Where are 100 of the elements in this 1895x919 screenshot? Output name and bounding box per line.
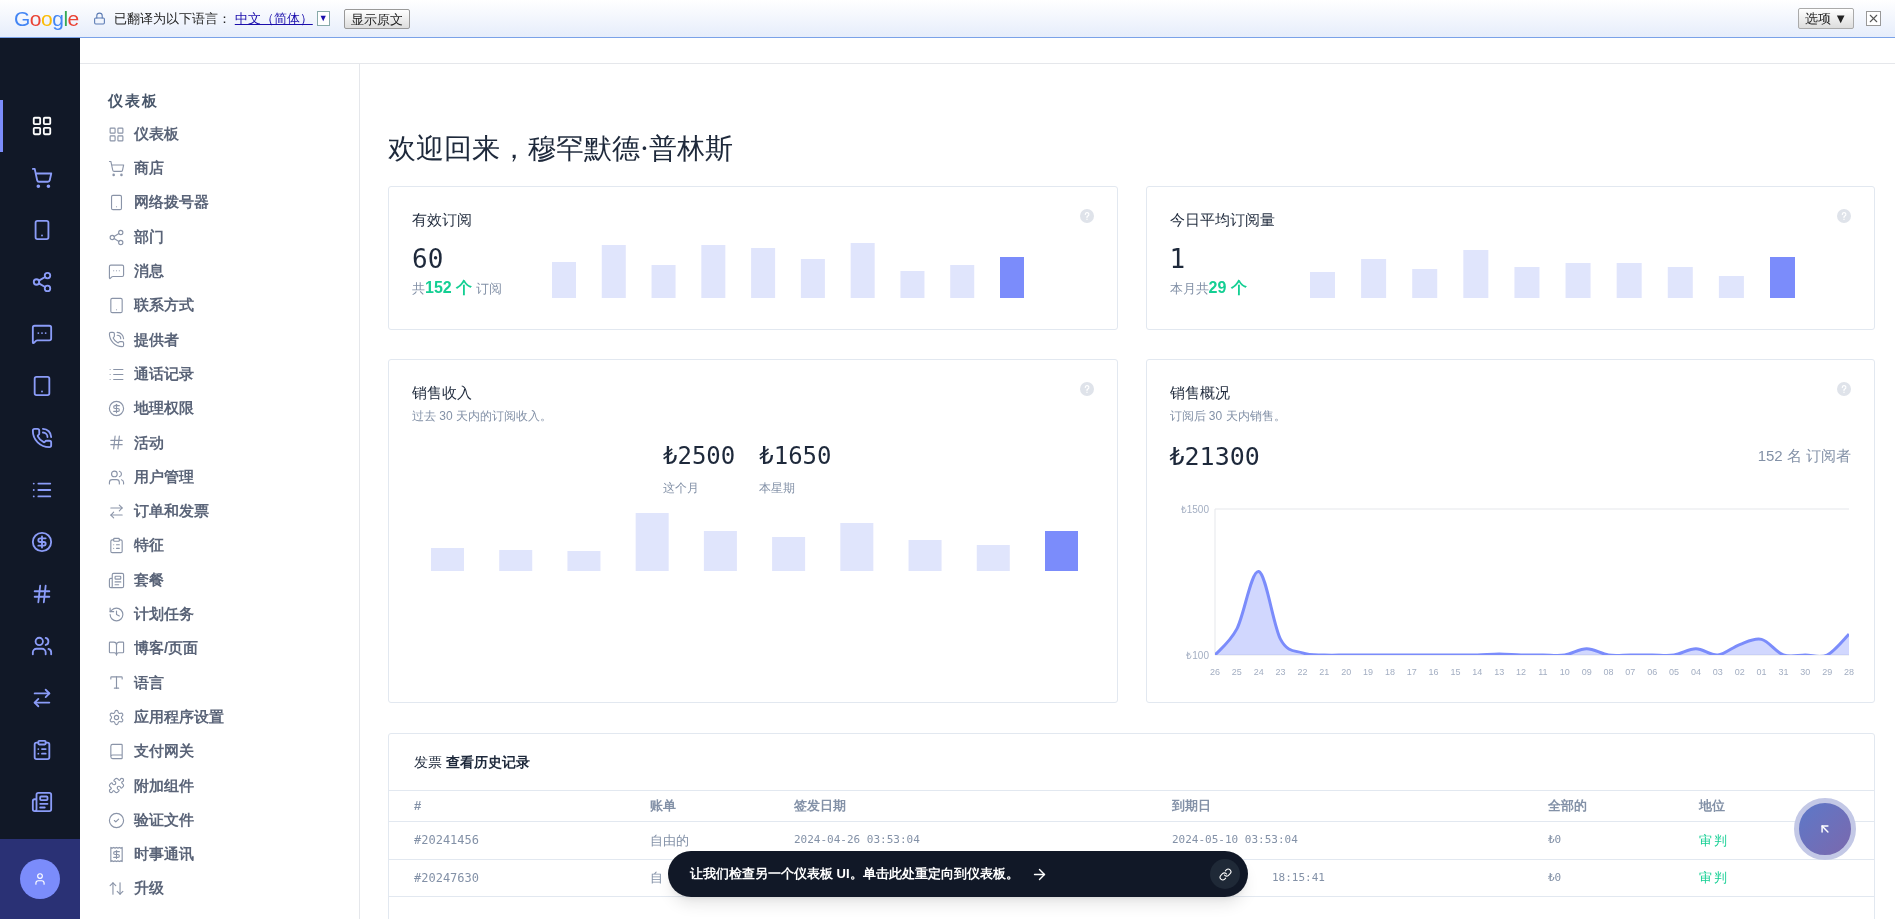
dollar-icon: [108, 400, 125, 417]
menu-item[interactable]: 通话记录: [108, 357, 359, 392]
bar: [908, 539, 942, 571]
newspaper-icon: [108, 571, 125, 589]
up-down-arrows-icon: [108, 880, 125, 898]
menu-item[interactable]: 部门: [108, 219, 359, 255]
axis-label: 11: [1537, 666, 1548, 677]
bar: [499, 549, 533, 571]
google-logo: Google: [14, 5, 79, 32]
options-button[interactable]: 选项 ▼: [1797, 8, 1854, 29]
menu-item[interactable]: 联系方式: [108, 288, 359, 323]
card-subtitle: 订阅后 30 天内销售。: [1169, 407, 1286, 425]
link-button[interactable]: [1210, 859, 1240, 889]
bar: [431, 547, 464, 571]
bar: [950, 264, 975, 298]
axis-label: ₺100: [1185, 649, 1209, 661]
tablet-icon: [108, 297, 125, 315]
axis-label: 12: [1515, 666, 1526, 677]
welcome-title: 欢迎回来，穆罕默德·普林斯: [388, 132, 734, 166]
cart-icon: [30, 167, 53, 189]
axis-label: 16: [1428, 666, 1439, 677]
stat-value: 1: [1169, 242, 1187, 276]
axis-label: 03: [1712, 666, 1723, 677]
phone-call-icon: [108, 331, 125, 349]
phone-icon: [108, 194, 125, 212]
arrows-icon: [108, 502, 125, 520]
menu-item[interactable]: 时事通讯: [108, 837, 359, 872]
close-icon[interactable]: [1866, 11, 1881, 26]
menu-item[interactable]: 网络拨号器: [108, 185, 359, 220]
menu-item[interactable]: 语言: [108, 665, 359, 701]
link-icon: [1218, 867, 1232, 881]
menu-item[interactable]: 博客/页面: [108, 631, 359, 666]
dollar-icon: [30, 531, 53, 553]
avatar-button[interactable]: [20, 859, 60, 899]
show-original-button[interactable]: 显示原文: [343, 8, 410, 29]
bar: [635, 512, 669, 571]
menu-item[interactable]: 计划任务: [108, 597, 359, 632]
open-book-icon: [108, 640, 125, 658]
column-header: 账单: [650, 797, 677, 816]
bar: [976, 544, 1010, 571]
type-icon: [108, 674, 125, 692]
menu-item[interactable]: 套餐: [108, 562, 359, 598]
axis-label: 09: [1581, 666, 1592, 677]
language-dropdown[interactable]: ▼: [316, 11, 330, 26]
axis-label: 22: [1296, 666, 1307, 677]
bar: [800, 258, 825, 298]
axis-label: ₺1500: [1180, 503, 1209, 515]
axis-label: 10: [1559, 666, 1570, 677]
bar: [1616, 262, 1642, 298]
redirect-toast[interactable]: 让我们检查另一个仪表板 UI。单击此处重定向到仪表板。: [668, 851, 1248, 897]
user-icon: [33, 872, 47, 886]
share-icon: [30, 271, 53, 293]
bar: [1462, 249, 1488, 298]
menu-item[interactable]: 用户管理: [108, 459, 359, 495]
bar: [751, 247, 776, 298]
bar: [840, 522, 874, 571]
menu-item[interactable]: 提供者: [108, 322, 359, 358]
menu-item[interactable]: 附加组件: [108, 768, 359, 803]
axis-label: 23: [1275, 666, 1286, 677]
menu-item[interactable]: 地理权限: [108, 391, 359, 426]
menu-heading: 仪表板: [108, 91, 160, 110]
menu-item[interactable]: 消息: [108, 254, 359, 289]
card-subtitle: 过去 30 天内的订阅收入。: [412, 407, 552, 425]
menu-item[interactable]: 商店: [108, 151, 359, 186]
stat-note: 共152 个 订阅: [412, 277, 503, 298]
bar: [1565, 262, 1591, 298]
table-cell-text: 2024-05-10 03:53:04: [1172, 832, 1298, 848]
menu-item[interactable]: 应用程序设置: [108, 700, 359, 735]
menu-item[interactable]: 升级: [108, 871, 359, 906]
menu-item[interactable]: 验证文件: [108, 802, 359, 838]
invoice-title: 发票 查看历史记录: [414, 752, 530, 772]
axis-label: 17: [1406, 666, 1417, 677]
users-icon: [108, 468, 125, 486]
toast-message: 让我们检查另一个仪表板 UI。单击此处重定向到仪表板。: [690, 865, 1019, 884]
phone-call-icon: [30, 427, 53, 449]
menu-item[interactable]: 活动: [108, 425, 359, 460]
card-title: 今日平均订阅量: [1169, 210, 1275, 230]
bar: [1411, 268, 1437, 298]
newspaper-icon: [30, 791, 53, 813]
axis-label: 15: [1449, 666, 1460, 677]
bar: [1718, 275, 1744, 298]
menu-item[interactable]: 支付网关: [108, 734, 359, 769]
settings-icon: [108, 708, 125, 726]
revenue-label: 本星期: [759, 479, 797, 497]
menu-item[interactable]: 特征: [108, 528, 359, 563]
chat-icon: [108, 262, 125, 280]
menu-item[interactable]: 订单和发票: [108, 494, 359, 529]
menu-item[interactable]: 仪表板: [108, 117, 359, 152]
language-link[interactable]: 中文（简体）: [234, 8, 313, 29]
bar: [900, 270, 925, 298]
axis-label: 30: [1799, 666, 1810, 677]
axis-label: 06: [1646, 666, 1657, 677]
table-cell-text: 2024-04-26 03:53:04: [794, 832, 921, 848]
axis-label: 19: [1362, 666, 1373, 677]
hash-icon: [108, 434, 125, 452]
status-text: 审判: [1699, 869, 1730, 887]
axis-label: 26: [1209, 666, 1220, 677]
bar: [772, 536, 806, 571]
axis-label: 08: [1603, 666, 1614, 677]
column-header: 地位: [1699, 797, 1726, 816]
